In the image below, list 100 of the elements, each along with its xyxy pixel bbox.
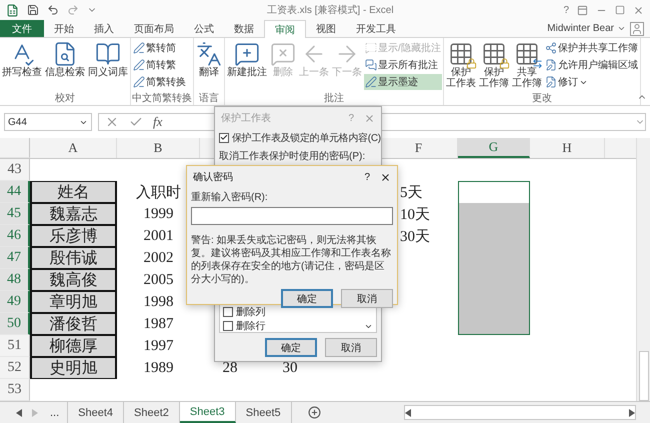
- table-cell: 乐彦博: [30, 225, 117, 247]
- formula-field[interactable]: [381, 113, 646, 131]
- ribbon-button[interactable]: 简转繁: [132, 57, 187, 73]
- row-header[interactable]: 51: [0, 335, 30, 357]
- vertical-scrollbar[interactable]: [636, 138, 650, 401]
- ribbon-button[interactable]: 繁转简: [132, 40, 187, 56]
- ribbon-tab[interactable]: 开发工具: [346, 20, 406, 37]
- ribbon-button[interactable]: 简繁转换: [132, 74, 187, 90]
- ink-pen-icon: [365, 76, 377, 88]
- translate-icon: [196, 41, 222, 67]
- row-header[interactable]: 46: [0, 225, 30, 247]
- row-header[interactable]: 43: [0, 159, 30, 181]
- ribbon-button[interactable]: 修订: [544, 74, 639, 90]
- sheet-tab[interactable]: Sheet5: [236, 402, 292, 423]
- cell-text: 10天: [400, 206, 430, 224]
- group-label: 更改: [530, 92, 553, 105]
- row-header[interactable]: 53: [0, 379, 30, 401]
- dialog-button[interactable]: 取消: [341, 289, 393, 308]
- field-label: 重新输入密码(R):: [191, 190, 269, 204]
- ribbon-button[interactable]: 信息检索: [44, 40, 86, 92]
- ribbon-tab[interactable]: 插入: [84, 20, 124, 37]
- group-label: 批注: [322, 92, 345, 105]
- caret-icon[interactable]: [617, 24, 626, 33]
- table-cell: 史明旭: [30, 357, 117, 379]
- scroll-right-icon[interactable]: [628, 408, 635, 416]
- column-header[interactable]: H: [530, 138, 605, 158]
- insert-function-button[interactable]: fx: [153, 114, 162, 130]
- sheet-tab[interactable]: Sheet3: [180, 402, 236, 423]
- ribbon-tab[interactable]: 文件: [0, 20, 44, 37]
- ribbon-button[interactable]: 保护 工作簿: [478, 40, 510, 92]
- column-header[interactable]: B: [117, 138, 200, 158]
- scroll-left-icon[interactable]: [405, 408, 412, 416]
- locked-grid-icon: [448, 41, 474, 67]
- ribbon-tab[interactable]: 数据: [224, 20, 264, 37]
- ribbon-tab[interactable]: 开始: [44, 20, 84, 37]
- row-header[interactable]: 45: [0, 203, 30, 225]
- ribbon-button[interactable]: 拼写检查: [1, 40, 43, 92]
- column-header[interactable]: A: [30, 138, 117, 158]
- ribbon-tab[interactable]: 公式: [184, 20, 224, 37]
- table-cell: 章明旭: [30, 291, 117, 313]
- user-name[interactable]: Midwinter Bear: [547, 23, 614, 34]
- cell-text: 入职时: [136, 184, 181, 202]
- avatar-icon[interactable]: [630, 22, 644, 36]
- scroll-down-icon[interactable]: [364, 322, 373, 331]
- edit-document-icon: [544, 76, 557, 88]
- permission-checkbox[interactable]: 删除列: [223, 305, 266, 318]
- ribbon-button[interactable]: 同义词库: [87, 40, 129, 92]
- more-sheets-button[interactable]: ...: [42, 402, 68, 423]
- cell-text: 30天: [400, 228, 430, 246]
- group-label: 校对: [54, 92, 76, 105]
- redo-icon[interactable]: [67, 4, 79, 16]
- row-header[interactable]: 48: [0, 269, 30, 291]
- row-header[interactable]: 49: [0, 291, 30, 313]
- cell-text: 2002: [144, 250, 174, 266]
- maximize-icon[interactable]: [615, 5, 625, 15]
- cell-text: 1989: [144, 360, 174, 376]
- dialog-title: 确认密码: [193, 170, 234, 184]
- close-icon[interactable]: [380, 172, 391, 182]
- cell-text: 5天: [400, 184, 422, 202]
- ribbon-button[interactable]: 显示所有批注: [364, 57, 442, 73]
- row-header[interactable]: 50: [0, 313, 30, 335]
- pen-icon: [133, 59, 145, 71]
- pen-icon: [133, 76, 145, 88]
- row-header[interactable]: 52: [0, 357, 30, 379]
- ribbon-tab[interactable]: 审阅: [264, 20, 306, 38]
- horizontal-scrollbar[interactable]: [404, 405, 636, 420]
- dialog-button[interactable]: 确定: [265, 338, 317, 357]
- password-field[interactable]: [191, 207, 393, 225]
- permission-checkbox[interactable]: 删除行: [223, 319, 266, 332]
- dialog-button[interactable]: 取消: [325, 338, 377, 357]
- sheet-tab[interactable]: Sheet4: [68, 402, 124, 423]
- ribbon-button[interactable]: 显示墨迹: [364, 74, 442, 90]
- ribbon-button[interactable]: 允许用户编辑区域: [544, 57, 639, 73]
- ribbon-button[interactable]: 翻译: [195, 40, 223, 92]
- app-logo-icon: [6, 4, 19, 16]
- row-header[interactable]: 44: [0, 181, 30, 203]
- protect-checkbox[interactable]: 保护工作表及锁定的单元格内容(C): [219, 131, 381, 144]
- table-cell: 姓名: [30, 181, 117, 203]
- ribbon-button[interactable]: 保护 工作表: [444, 40, 477, 92]
- ribbon-tab[interactable]: 页面布局: [124, 20, 184, 37]
- cancel-icon[interactable]: [105, 115, 119, 129]
- undo-icon[interactable]: [47, 4, 59, 16]
- table-cell: 柳德厚: [30, 335, 117, 357]
- ribbon-button[interactable]: 共享 工作簿: [510, 40, 543, 92]
- warning-text: 警告: 如果丢失或忘记密码，则无法将其恢复。建议将密码及其相应工作簿和工作表名称的列表保存在安全的地方(请记住，密码是区分大小写的)。: [191, 234, 392, 286]
- save-icon[interactable]: [27, 4, 39, 16]
- row-header[interactable]: 47: [0, 247, 30, 269]
- column-header[interactable]: G: [458, 138, 530, 158]
- password-label: 取消工作表保护时使用的密码(P):: [219, 150, 366, 163]
- ribbon-button[interactable]: 保护并共享工作簿: [544, 40, 639, 56]
- comments-icon: [365, 59, 377, 71]
- ribbon-options-icon[interactable]: [577, 4, 588, 16]
- name-box[interactable]: G44: [4, 113, 92, 131]
- help-button[interactable]: ?: [364, 172, 370, 182]
- dialog-button[interactable]: 确定: [281, 289, 333, 308]
- comment-add-icon: [234, 41, 260, 67]
- shared-grid-icon: [514, 41, 540, 67]
- ribbon-button[interactable]: 新建批注: [226, 40, 268, 92]
- ribbon-tab[interactable]: 视图: [306, 20, 346, 37]
- help-button[interactable]: ?: [563, 4, 569, 16]
